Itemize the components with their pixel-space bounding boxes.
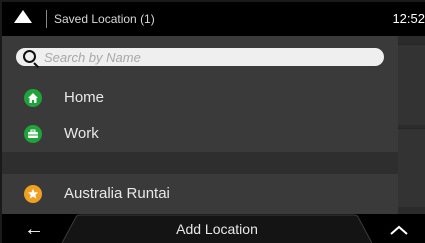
scroll-down-button[interactable] [398, 128, 425, 207]
collapse-up-icon[interactable] [14, 10, 32, 23]
list-item-label: Australia Runtai [64, 185, 170, 202]
list-item-australia-runtai[interactable]: Australia Runtai [2, 176, 398, 212]
app-window: Saved Location (1) 12:52 Home Work Austr… [2, 2, 425, 243]
clock: 12:52 [392, 11, 425, 26]
bottom-bar: ← Add Location [2, 214, 425, 243]
star-icon [24, 185, 42, 203]
back-arrow-icon[interactable]: ← [24, 218, 58, 240]
divider [46, 10, 47, 28]
page-title: Saved Location (1) [54, 12, 155, 26]
home-icon [24, 89, 42, 107]
list-item-label: Work [64, 125, 99, 142]
add-location-button[interactable]: Add Location [62, 214, 372, 243]
section-divider [2, 152, 398, 174]
briefcase-icon [24, 125, 42, 143]
scroll-up-button[interactable] [398, 44, 425, 125]
add-location-label: Add Location [176, 221, 258, 237]
search-icon [23, 50, 36, 63]
search-field[interactable] [16, 48, 384, 66]
chevron-up-icon[interactable] [386, 222, 412, 238]
search-input[interactable] [44, 48, 374, 66]
location-list-panel: Home Work Australia Runtai [2, 36, 398, 214]
scroll-panel [398, 36, 425, 214]
top-bar: Saved Location (1) 12:52 [2, 2, 425, 36]
list-item-work[interactable]: Work [2, 116, 398, 152]
list-item-label: Home [64, 89, 105, 106]
list-item-home[interactable]: Home [2, 80, 398, 116]
